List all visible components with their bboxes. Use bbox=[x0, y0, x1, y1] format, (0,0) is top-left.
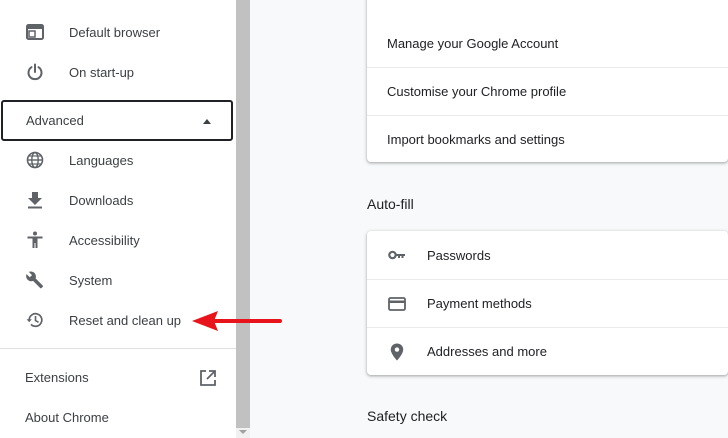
passwords-row[interactable]: Passwords bbox=[367, 231, 728, 279]
sidebar-item-label: Accessibility bbox=[69, 232, 140, 248]
manage-google-account-row[interactable]: Manage your Google Account bbox=[367, 19, 728, 67]
key-icon bbox=[387, 245, 407, 265]
row-label: Addresses and more bbox=[427, 344, 547, 359]
sidebar-item-label: System bbox=[69, 272, 113, 288]
sidebar-item-label: Downloads bbox=[69, 192, 134, 208]
accessibility-icon bbox=[24, 229, 46, 251]
row-label: Payment methods bbox=[427, 296, 532, 311]
people-card: Manage your Google Account Customise you… bbox=[367, 0, 728, 162]
row-label: Customise your Chrome profile bbox=[387, 84, 567, 99]
sidebar-item-languages[interactable]: Languages bbox=[0, 140, 236, 180]
sidebar-item-default-browser[interactable]: Default browser bbox=[0, 12, 236, 52]
location-pin-icon bbox=[387, 342, 407, 362]
settings-sidebar: Default browser On start-up Advanced Lan… bbox=[0, 0, 236, 438]
import-bookmarks-row[interactable]: Import bookmarks and settings bbox=[367, 115, 728, 163]
sidebar-item-on-startup[interactable]: On start-up bbox=[0, 52, 236, 92]
scroll-down-arrow-icon[interactable] bbox=[239, 430, 247, 434]
sidebar-item-label: Default browser bbox=[69, 24, 161, 40]
sidebar-scrollbar-thumb[interactable] bbox=[236, 0, 250, 428]
sidebar-item-label: On start-up bbox=[69, 64, 135, 80]
caret-up-icon bbox=[203, 119, 211, 124]
sidebar-advanced-toggle[interactable]: Advanced bbox=[1, 100, 233, 141]
credit-card-icon bbox=[387, 294, 407, 314]
customise-chrome-profile-row[interactable]: Customise your Chrome profile bbox=[367, 67, 728, 115]
row-label: Manage your Google Account bbox=[387, 35, 559, 51]
wrench-icon bbox=[24, 269, 46, 291]
sidebar-divider bbox=[0, 348, 236, 349]
row-label: Import bookmarks and settings bbox=[387, 132, 565, 147]
advanced-label: Advanced bbox=[26, 113, 84, 128]
browser-window-icon bbox=[24, 21, 46, 43]
globe-icon bbox=[24, 149, 46, 171]
autofill-section-title: Auto-fill bbox=[367, 196, 414, 212]
sidebar-item-extensions[interactable]: Extensions bbox=[25, 370, 89, 385]
addresses-row[interactable]: Addresses and more bbox=[367, 327, 728, 375]
power-icon bbox=[24, 61, 46, 83]
row-label: Passwords bbox=[427, 247, 491, 263]
payment-methods-row[interactable]: Payment methods bbox=[367, 279, 728, 327]
open-in-new-icon[interactable] bbox=[199, 369, 217, 387]
sidebar-item-label: Languages bbox=[69, 152, 134, 168]
red-annotation-arrow bbox=[192, 311, 282, 331]
sidebar-item-system[interactable]: System bbox=[0, 260, 236, 300]
sidebar-item-downloads[interactable]: Downloads bbox=[0, 180, 236, 220]
history-icon bbox=[24, 309, 46, 331]
safety-check-section-title: Safety check bbox=[367, 408, 448, 424]
sidebar-item-accessibility[interactable]: Accessibility bbox=[0, 220, 236, 260]
autofill-card: Passwords Payment methods Addresses and … bbox=[367, 231, 728, 375]
download-icon bbox=[24, 189, 46, 211]
sidebar-item-label: Reset and clean up bbox=[69, 312, 182, 328]
sidebar-item-about-chrome[interactable]: About Chrome bbox=[25, 410, 109, 425]
